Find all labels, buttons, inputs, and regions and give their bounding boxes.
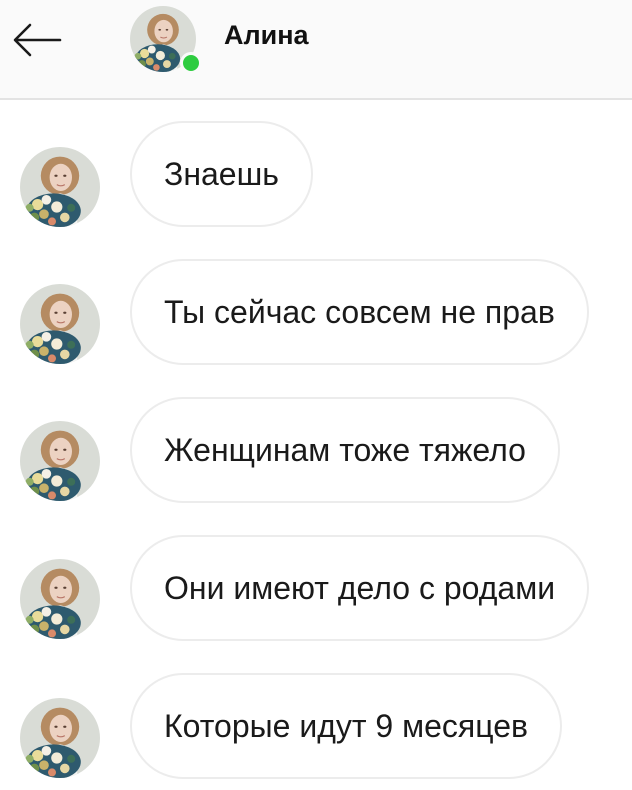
contact-name[interactable]: Алина (224, 20, 309, 51)
message-row: Они имеют дело с родами (0, 535, 632, 645)
chat-header: Алина (0, 0, 632, 100)
message-bubble[interactable]: Женщинам тоже тяжело (130, 397, 560, 503)
message-bubble[interactable]: Знаешь (130, 121, 313, 227)
message-row: Женщинам тоже тяжело (0, 397, 632, 507)
online-status-indicator (180, 52, 202, 74)
message-bubble[interactable]: Ты сейчас совсем не прав (130, 259, 589, 365)
sender-avatar[interactable] (20, 147, 100, 227)
back-button[interactable] (8, 20, 66, 60)
message-row: Знаешь (0, 121, 632, 231)
message-bubble[interactable]: Которые идут 9 месяцев (130, 673, 562, 779)
sender-avatar[interactable] (20, 559, 100, 639)
sender-avatar[interactable] (20, 421, 100, 501)
message-bubble[interactable]: Они имеют дело с родами (130, 535, 590, 641)
message-row: Ты сейчас совсем не прав (0, 259, 632, 369)
message-row: Которые идут 9 месяцев (0, 673, 632, 783)
arrow-left-icon (13, 23, 62, 57)
sender-avatar[interactable] (20, 284, 100, 364)
sender-avatar[interactable] (20, 698, 100, 778)
